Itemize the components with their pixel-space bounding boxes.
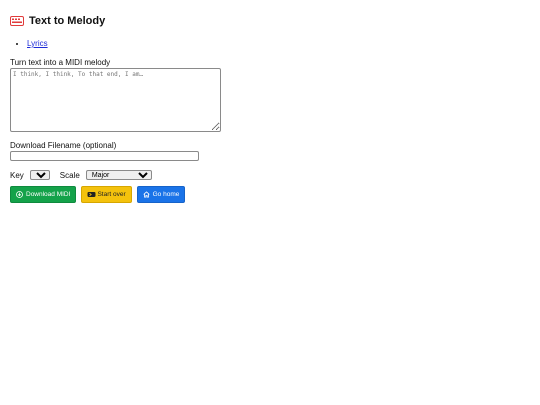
start-over-button[interactable]: Start over [81,186,132,203]
scale-label: Scale [59,170,80,180]
music-controls: Key C Scale Major [10,170,530,180]
download-icon [16,191,23,198]
start-over-label: Start over [97,191,126,198]
download-midi-button[interactable]: Download MIDI [10,186,77,203]
nav-list: Lyrics [10,39,530,48]
filename-input[interactable] [10,151,199,161]
home-icon [143,191,150,198]
eraser-icon [87,191,96,198]
melody-text-area[interactable] [10,68,221,132]
download-midi-label: Download MIDI [26,191,71,198]
page-title: Text to Melody [29,15,106,27]
scale-select[interactable]: Major [85,170,152,180]
prompt-label: Turn text into a MIDI melody [10,58,111,67]
action-buttons: Download MIDI Start over Go home [10,186,530,203]
go-home-label: Go home [152,191,180,198]
key-select[interactable]: C [29,170,50,180]
page: Text to Melody Lyrics Turn text into a M… [0,0,540,405]
lyrics-link[interactable]: Lyrics [27,39,48,48]
title-row: Text to Melody [10,15,530,27]
key-label: Key [10,170,24,180]
keyboard-icon [10,16,24,26]
filename-label: Download Filename (optional) [10,141,117,150]
nav-item-lyrics: Lyrics [27,39,530,48]
go-home-button[interactable]: Go home [136,186,186,203]
